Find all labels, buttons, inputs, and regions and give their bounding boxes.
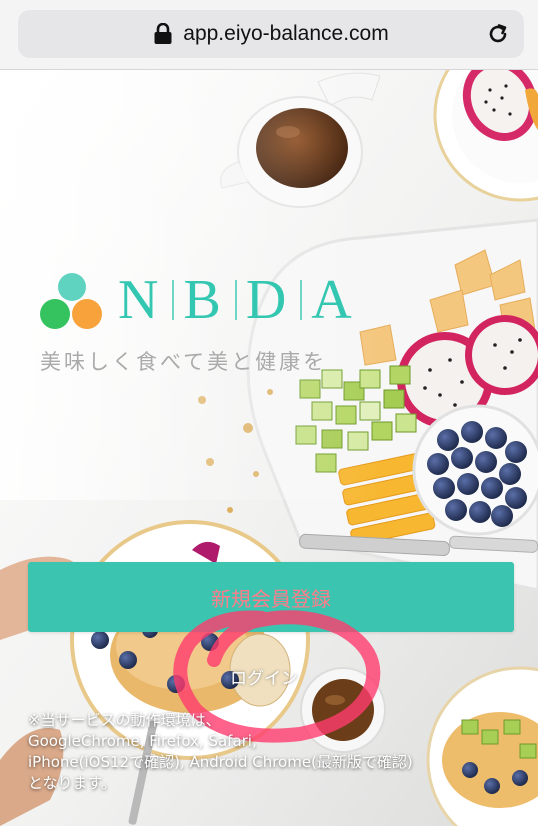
logo-divider [234,280,237,320]
logo-letter-a: A [311,269,357,331]
supported-browsers-notice: ※当サービスの動作環境は、 GoogleChrome, Firefox, Saf… [28,710,518,794]
url-field[interactable]: app.eiyo-balance.com [18,10,524,58]
browser-address-bar: app.eiyo-balance.com [0,0,538,70]
logo-letter-b: B [183,269,226,331]
lock-icon [154,23,172,44]
notice-line: iPhone(iOS12で確認), Android Chrome(最新版で確認) [28,753,413,771]
web-page: N B D A 美味しく食べて美と健康を 新規会員登録 ログイン ※当サービスの… [0,70,538,826]
tagline: 美味しく食べて美と健康を [40,350,328,374]
login-link[interactable]: ログイン [230,664,298,689]
reload-icon[interactable] [486,22,510,46]
notice-line: GoogleChrome, Firefox, Safari, [28,732,257,750]
logo-letter-n: N [118,269,164,331]
notice-line: となります。 [28,774,117,792]
logo-divider [300,280,303,320]
logo-letter-d: D [245,269,292,331]
logo-wordmark: N B D A [118,269,357,331]
notice-line: ※当サービスの動作環境は、 [28,711,221,729]
logo-circles-icon [40,273,102,329]
url-text: app.eiyo-balance.com [183,22,389,45]
url-center: app.eiyo-balance.com [153,22,389,46]
signup-button[interactable]: 新規会員登録 [28,562,514,632]
logo-divider [172,280,175,320]
